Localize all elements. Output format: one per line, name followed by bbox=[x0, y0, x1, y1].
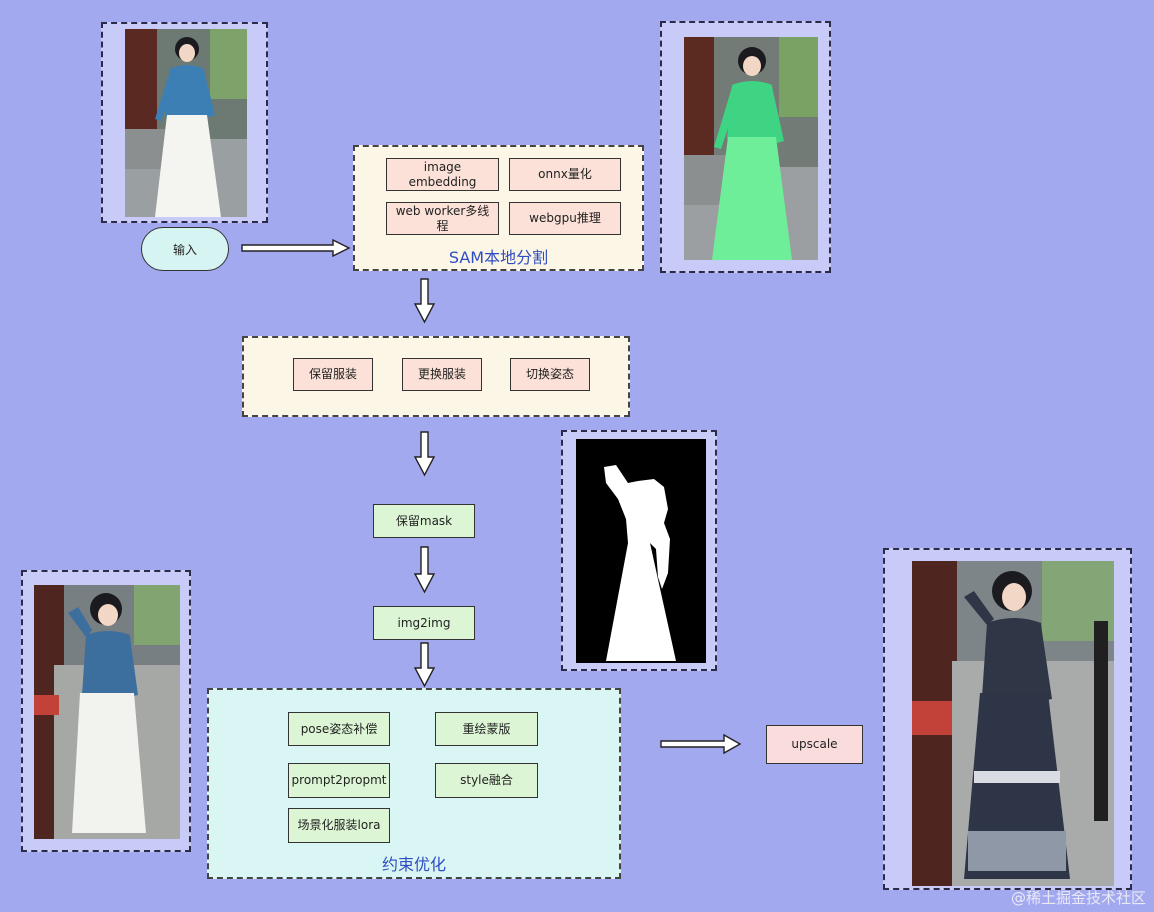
arrow-input-to-sam bbox=[241, 238, 351, 258]
arrow-modes-to-mask bbox=[413, 431, 436, 477]
arrow-mask-to-img2img bbox=[413, 546, 436, 594]
flow-arrows bbox=[241, 238, 742, 755]
arrow-sam-to-modes bbox=[413, 278, 436, 324]
arrow-constraint-to-upscale bbox=[660, 733, 742, 755]
watermark: @稀土掘金技术社区 bbox=[1010, 889, 1146, 907]
arrow-img2img-to-constraint bbox=[413, 642, 436, 688]
